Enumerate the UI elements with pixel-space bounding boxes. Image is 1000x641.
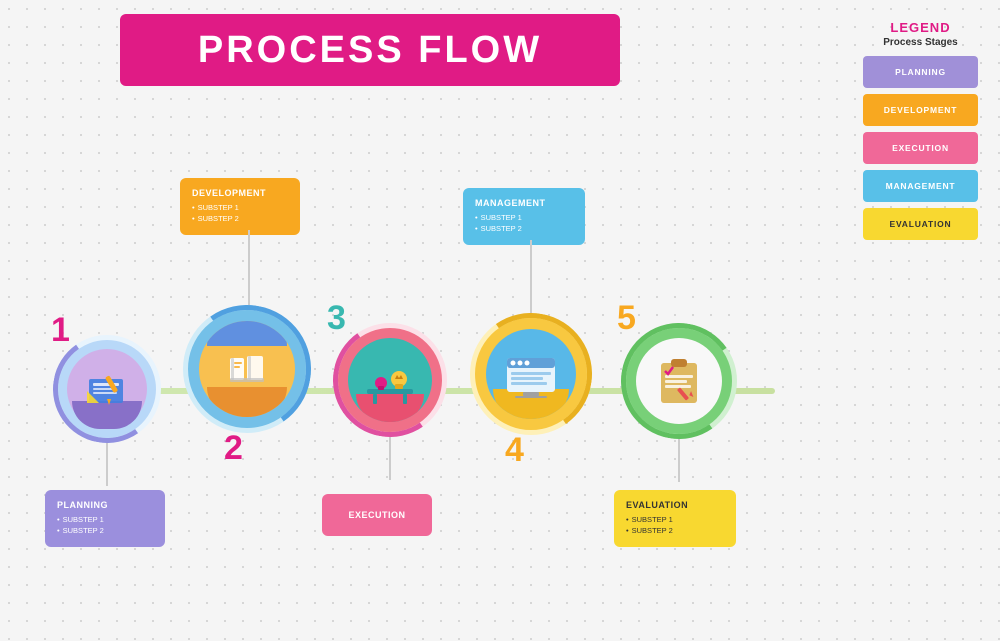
stage-4-box: MANAGEMENT SUBSTEP 1 SUBSTEP 2 (463, 188, 585, 245)
stage-2-arc (173, 295, 321, 443)
stage-2-circle: 2 (188, 310, 306, 428)
stage-3-node: 3 (338, 328, 442, 480)
stage-5-sub2: SUBSTEP 2 (626, 526, 724, 535)
stage-3-circle: 3 (338, 328, 442, 432)
legend-item-development: DEVELOPMENT (863, 94, 978, 126)
stage-2-node: 2 (188, 310, 306, 428)
stage-2-title: DEVELOPMENT (192, 188, 288, 198)
legend: LEGEND Process Stages PLANNING DEVELOPME… (863, 20, 978, 246)
main-container: PROCESS FLOW (0, 0, 1000, 641)
stage-2-number: 2 (224, 429, 243, 468)
title-text: PROCESS FLOW (198, 29, 542, 72)
stage-2-box: DEVELOPMENT SUBSTEP 1 SUBSTEP 2 (180, 178, 300, 235)
legend-item-management: MANAGEMENT (863, 170, 978, 202)
stage-3-connector (389, 432, 391, 480)
stage-4-sub1: SUBSTEP 1 (475, 213, 573, 222)
legend-item-execution: EXECUTION (863, 132, 978, 164)
stage-1-sub2: SUBSTEP 2 (57, 526, 153, 535)
stage-5-connector (678, 434, 680, 482)
stage-5-title: EVALUATION (626, 500, 724, 510)
stage-3-box: EXECUTION (322, 494, 432, 536)
stage-1-connector (106, 438, 108, 486)
stage-4-title: MANAGEMENT (475, 198, 573, 208)
stage-5-box: EVALUATION SUBSTEP 1 SUBSTEP 2 (614, 490, 736, 547)
legend-item-planning: PLANNING (863, 56, 978, 88)
stage-5-number: 5 (617, 299, 636, 338)
stage-1-number: 1 (51, 311, 70, 350)
stage-1-box: PLANNING SUBSTEP 1 SUBSTEP 2 (45, 490, 165, 547)
stage-1-title: PLANNING (57, 500, 153, 510)
stage-3-number: 3 (327, 299, 346, 338)
stage-4-number: 4 (505, 431, 524, 470)
stage-4-connector (530, 240, 532, 320)
legend-subtitle: Process Stages (863, 37, 978, 48)
stage-4-arc (460, 303, 601, 444)
stage-4-circle: 4 (475, 318, 587, 430)
stage-3-title: EXECUTION (334, 510, 420, 520)
stage-5-node: 5 (626, 328, 732, 482)
stage-1-sub1: SUBSTEP 1 (57, 515, 153, 524)
stage-4-node: 4 (475, 318, 587, 430)
legend-item-evaluation: EVALUATION (863, 208, 978, 240)
stage-2-sub1: SUBSTEP 1 (192, 203, 288, 212)
stage-5-circle: 5 (626, 328, 732, 434)
stage-1-circle: 1 (58, 340, 156, 438)
legend-title: LEGEND (863, 20, 978, 35)
stage-4-sub2: SUBSTEP 2 (475, 224, 573, 233)
title-banner: PROCESS FLOW (120, 14, 620, 86)
stage-2-sub2: SUBSTEP 2 (192, 214, 288, 223)
stage-2-connector (248, 230, 250, 312)
stage-5-sub1: SUBSTEP 1 (626, 515, 724, 524)
stage-1-node: 1 (58, 340, 156, 486)
